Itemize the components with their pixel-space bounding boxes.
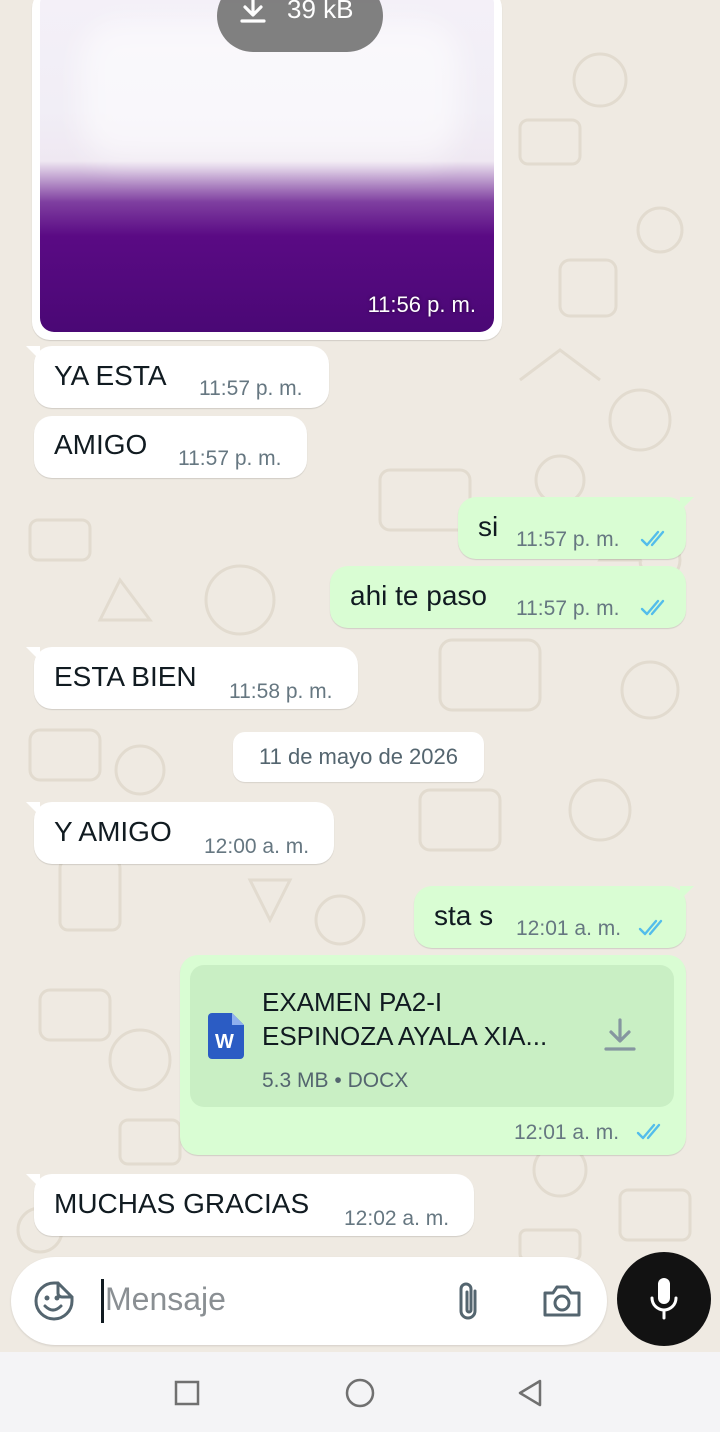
message-text: MUCHAS GRACIAS xyxy=(54,1188,310,1219)
document-meta: 5.3 MB • DOCX xyxy=(262,1069,409,1092)
double-check-icon xyxy=(640,530,665,547)
message-text: Y AMIGO xyxy=(54,816,172,847)
text-caret xyxy=(101,1279,104,1323)
message-text: si xyxy=(478,511,499,542)
image-size: 39 kB xyxy=(287,0,354,24)
camera-icon[interactable] xyxy=(541,1283,583,1319)
download-icon[interactable] xyxy=(602,1017,638,1053)
incoming-message[interactable]: Y AMIGO 12:00 a. m. xyxy=(26,802,334,864)
outgoing-message[interactable]: ahi te paso 11:57 p. m. xyxy=(330,566,686,628)
message-text: ahi te paso xyxy=(350,580,487,611)
voice-message-button[interactable] xyxy=(617,1252,711,1346)
double-check-icon xyxy=(636,1123,661,1140)
word-letter: W xyxy=(215,1031,234,1053)
word-document-icon: W xyxy=(206,1013,246,1059)
message-time: 12:02 a. m. xyxy=(344,1207,450,1230)
message-text: AMIGO xyxy=(54,429,148,460)
message-time: 12:01 a. m. xyxy=(516,917,622,940)
download-icon xyxy=(240,0,266,23)
message-input-bar: Mensaje xyxy=(11,1257,607,1345)
date-separator: 11 de mayo de 2026 xyxy=(233,732,484,782)
download-image-button[interactable]: 39 kB xyxy=(217,0,383,52)
document-message[interactable]: W EXAMEN PA2-I ESPINOZA AYALA XIA... 5.3… xyxy=(180,955,686,1155)
incoming-message[interactable]: YA ESTA 11:57 p. m. xyxy=(26,346,329,408)
message-time: 11:58 p. m. xyxy=(229,680,333,703)
message-text: ESTA BIEN xyxy=(54,661,197,692)
image-message[interactable]: 11:56 p. m. 39 kB xyxy=(32,0,502,340)
message-time: 11:56 p. m. xyxy=(367,292,476,317)
outgoing-message[interactable]: sta s 12:01 a. m. xyxy=(414,886,694,948)
document-title-line2: ESPINOZA AYALA XIA... xyxy=(262,1021,548,1051)
document-title-line1: EXAMEN PA2-I xyxy=(262,987,443,1017)
message-time: 11:57 p. m. xyxy=(199,377,303,400)
message-time: 12:00 a. m. xyxy=(204,835,310,858)
back-triangle-icon[interactable] xyxy=(516,1378,544,1408)
system-navigation-bar xyxy=(0,1352,720,1432)
chat-screen: 11:56 p. m. 39 kB YA ESTA 11:57 p. m. AM… xyxy=(0,0,720,1432)
microphone-icon xyxy=(650,1278,678,1320)
date-label: 11 de mayo de 2026 xyxy=(259,744,458,769)
incoming-message[interactable]: AMIGO 11:57 p. m. xyxy=(34,416,307,478)
recents-square-icon[interactable] xyxy=(174,1380,200,1406)
message-text: YA ESTA xyxy=(54,360,167,391)
message-time: 12:01 a. m. xyxy=(514,1121,620,1144)
paperclip-icon[interactable] xyxy=(453,1279,483,1323)
sticker-icon[interactable] xyxy=(33,1280,75,1322)
outgoing-message[interactable]: si 11:57 p. m. xyxy=(458,497,694,559)
message-text: sta s xyxy=(434,900,494,931)
message-time: 11:57 p. m. xyxy=(178,447,282,470)
incoming-message[interactable]: ESTA BIEN 11:58 p. m. xyxy=(26,647,358,709)
message-input[interactable]: Mensaje xyxy=(105,1281,226,1318)
home-circle-icon[interactable] xyxy=(344,1377,376,1409)
double-check-icon xyxy=(638,919,663,936)
document-type: DOCX xyxy=(347,1069,409,1092)
double-check-icon xyxy=(640,599,665,616)
message-time: 11:57 p. m. xyxy=(516,597,620,620)
incoming-message[interactable]: MUCHAS GRACIAS 12:02 a. m. xyxy=(26,1174,474,1236)
message-time: 11:57 p. m. xyxy=(516,528,620,551)
document-size: 5.3 MB xyxy=(262,1069,329,1092)
document-card[interactable]: W EXAMEN PA2-I ESPINOZA AYALA XIA... 5.3… xyxy=(190,965,674,1107)
